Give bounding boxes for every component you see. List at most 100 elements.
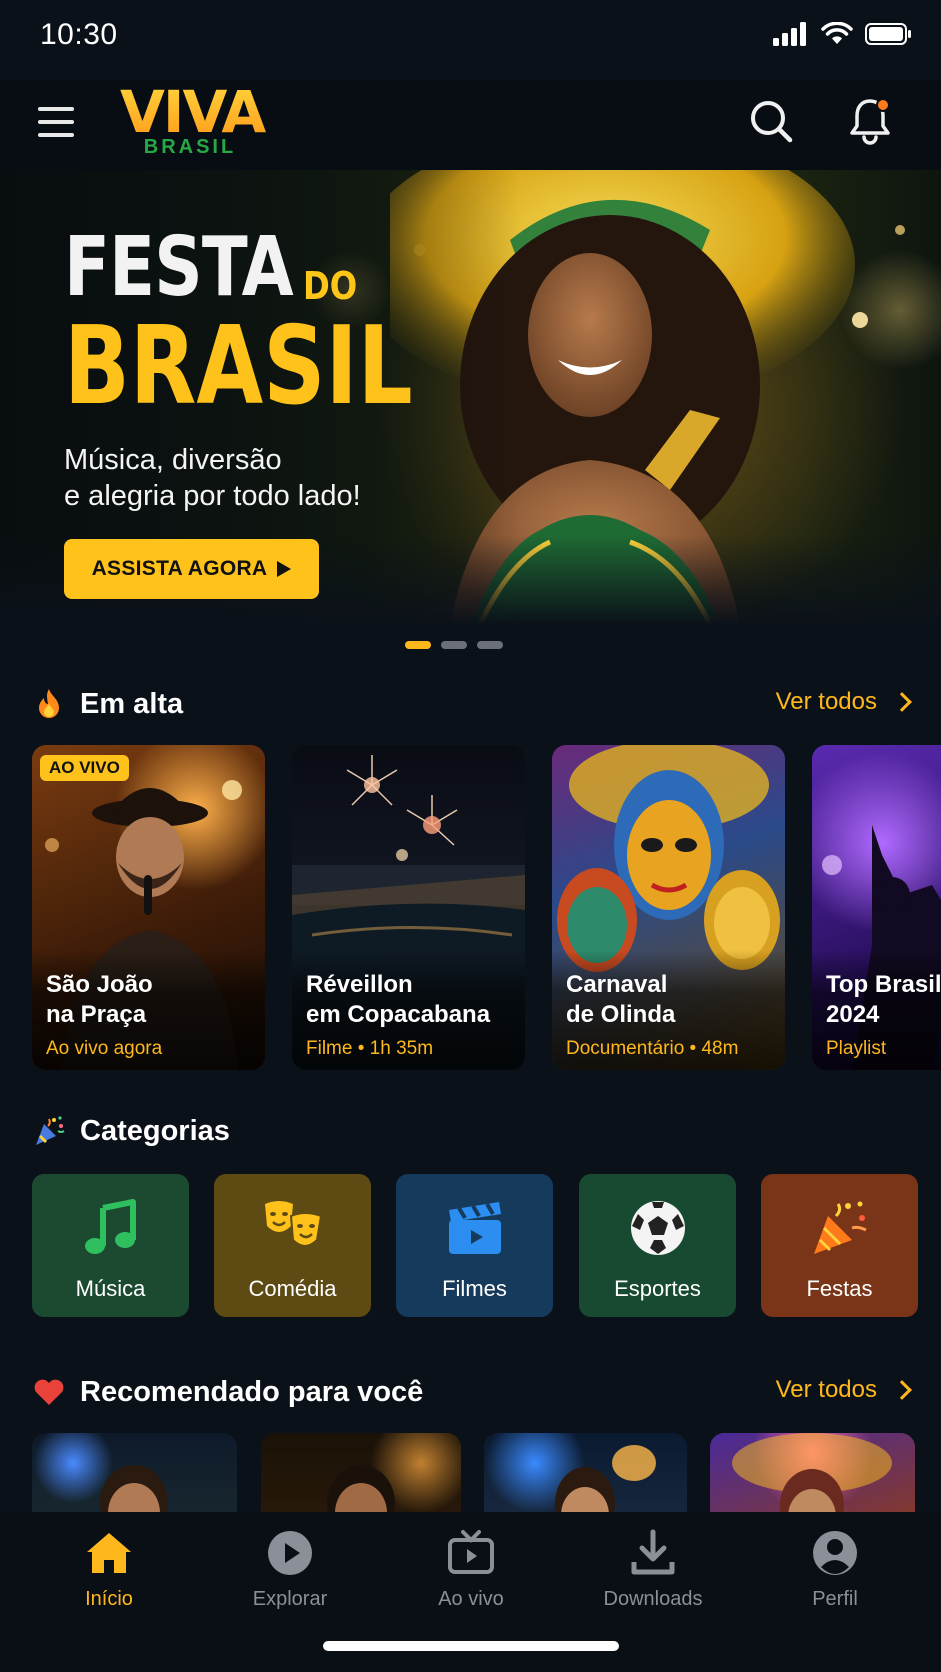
recommended-thumbnail (100, 1465, 168, 1513)
chevron-right-icon (892, 692, 912, 712)
nav-label: Downloads (603, 1588, 703, 1610)
menu-icon-line (38, 119, 74, 124)
recommended-title: Recomendado para você (80, 1375, 424, 1408)
status-time: 10:30 (40, 18, 118, 51)
trending-card-meta: Ao vivo agora (46, 1038, 163, 1059)
trending-card-2[interactable]: Réveillon em Copacabana Filme • 1h 35m (292, 745, 525, 1070)
category-label: Festas (806, 1276, 873, 1301)
nav-label: Ao vivo (438, 1588, 504, 1610)
trending-card-meta: Playlist (826, 1038, 887, 1059)
soccer-ball-icon (630, 1201, 685, 1255)
categories-title: Categorias (80, 1114, 230, 1147)
category-label: Comédia (248, 1276, 337, 1301)
trending-header: Em alta Ver todos (32, 682, 912, 726)
recommended-thumbnail (327, 1465, 395, 1513)
carousel-indicator (0, 641, 941, 649)
live-tv-icon (448, 1530, 494, 1574)
play-circle-icon (268, 1531, 312, 1575)
category-sports[interactable]: Esportes (579, 1174, 736, 1317)
carousel-dot-3[interactable] (476, 641, 503, 649)
see-all-label: Ver todos (775, 688, 877, 715)
category-comedy[interactable]: Comédia (214, 1174, 371, 1317)
menu-icon (38, 106, 74, 111)
app-logo[interactable]: VIVA BRASIL (120, 82, 270, 162)
carousel-dot-1[interactable] (404, 641, 431, 649)
watch-now-button[interactable]: ASSISTA AGORA (64, 539, 319, 599)
see-all-label: Ver todos (775, 1376, 877, 1403)
nav-label: Início (85, 1588, 133, 1610)
live-badge: AO VIVO (40, 755, 129, 781)
play-arrow-icon (277, 561, 292, 577)
recommended-card-2[interactable] (261, 1433, 461, 1513)
nav-label: Explorar (252, 1588, 328, 1610)
nav-home[interactable]: Início (34, 1528, 184, 1611)
trending-carousel[interactable]: AO VIVO São João na Praça Ao vivo agora … (32, 745, 941, 1070)
hero-subtitle: Música, diversão e alegria por todo lado… (64, 444, 361, 512)
status-icons (773, 22, 913, 46)
trending-card-3[interactable]: Carnaval de Olinda Documentário • 48m (552, 745, 785, 1070)
recommended-thumbnail (555, 1445, 656, 1513)
recommended-thumbnail (732, 1433, 892, 1513)
hero-title-do: DO (303, 264, 358, 308)
chevron-right-icon (892, 1380, 912, 1400)
categories-row: Música Comédia Filmes Esportes Festas (32, 1174, 941, 1317)
recommended-carousel[interactable] (32, 1433, 941, 1513)
nav-downloads[interactable]: Downloads (578, 1528, 728, 1611)
trending-card-title: Carnaval de Olinda (566, 971, 676, 1028)
watch-now-label: ASSISTA AGORA (91, 557, 268, 580)
fire-icon (39, 689, 59, 718)
hero-banner[interactable]: FESTA DO BRASIL Música, diversão e alegr… (0, 170, 941, 625)
recommended-card-3[interactable] (484, 1433, 687, 1513)
notification-dot (876, 98, 890, 112)
app-header: VIVA BRASIL (0, 80, 941, 170)
nav-profile[interactable]: Perfil (760, 1528, 910, 1611)
recommended-card-1[interactable] (32, 1433, 237, 1513)
trending-card-title: São João na Praça (46, 971, 153, 1028)
recommended-see-all-link[interactable]: Ver todos (775, 1376, 912, 1404)
category-label: Esportes (614, 1276, 701, 1301)
category-label: Filmes (442, 1276, 507, 1301)
trending-card-4[interactable]: Top Brasil 2024 Playlist (812, 745, 941, 1070)
carousel-dot-2[interactable] (440, 641, 467, 649)
battery-icon (865, 23, 911, 45)
recommended-card-4[interactable] (710, 1433, 915, 1513)
nav-live[interactable]: Ao vivo (396, 1528, 546, 1611)
clapperboard-icon (448, 1202, 501, 1254)
notifications-button[interactable] (848, 96, 896, 146)
trending-card-meta: Filme • 1h 35m (306, 1038, 434, 1059)
logo-main-text: VIVA (120, 82, 270, 142)
status-bar: 10:30 (0, 0, 941, 80)
home-indicator (323, 1641, 619, 1651)
music-note-icon (84, 1199, 136, 1254)
category-music[interactable]: Música (32, 1174, 189, 1317)
trending-title: Em alta (80, 687, 184, 720)
download-icon (631, 1529, 675, 1575)
hero-title-line2: BRASIL (64, 304, 413, 429)
trending-card-meta: Documentário • 48m (566, 1038, 739, 1059)
trending-card-1[interactable]: AO VIVO São João na Praça Ao vivo agora (32, 745, 265, 1070)
trending-card-title: Top Brasil 2024 (826, 971, 941, 1028)
hero-title-festa: FESTA (64, 220, 294, 315)
search-icon (751, 101, 793, 143)
profile-icon (813, 1531, 857, 1575)
category-label: Música (75, 1276, 146, 1301)
heart-icon (34, 1379, 64, 1405)
categories-header: Categorias (32, 1109, 909, 1153)
search-button[interactable] (748, 98, 794, 144)
signal-icon (773, 22, 806, 46)
hero-title-line1: FESTA DO (64, 220, 367, 315)
theater-masks-icon (264, 1201, 322, 1247)
menu-icon-line (38, 133, 74, 138)
nav-label: Perfil (812, 1588, 858, 1610)
trending-see-all-link[interactable]: Ver todos (775, 688, 912, 716)
party-popper-icon (36, 1116, 65, 1145)
category-parties[interactable]: Festas (761, 1174, 918, 1317)
party-popper-icon (813, 1201, 867, 1254)
wifi-icon (821, 22, 853, 44)
home-icon (87, 1533, 131, 1573)
trending-card-title: Réveillon em Copacabana (306, 971, 491, 1028)
menu-button[interactable] (38, 102, 78, 142)
category-movies[interactable]: Filmes (396, 1174, 553, 1317)
nav-explore[interactable]: Explorar (215, 1528, 365, 1611)
recommended-header: Recomendado para você Ver todos (32, 1370, 912, 1414)
